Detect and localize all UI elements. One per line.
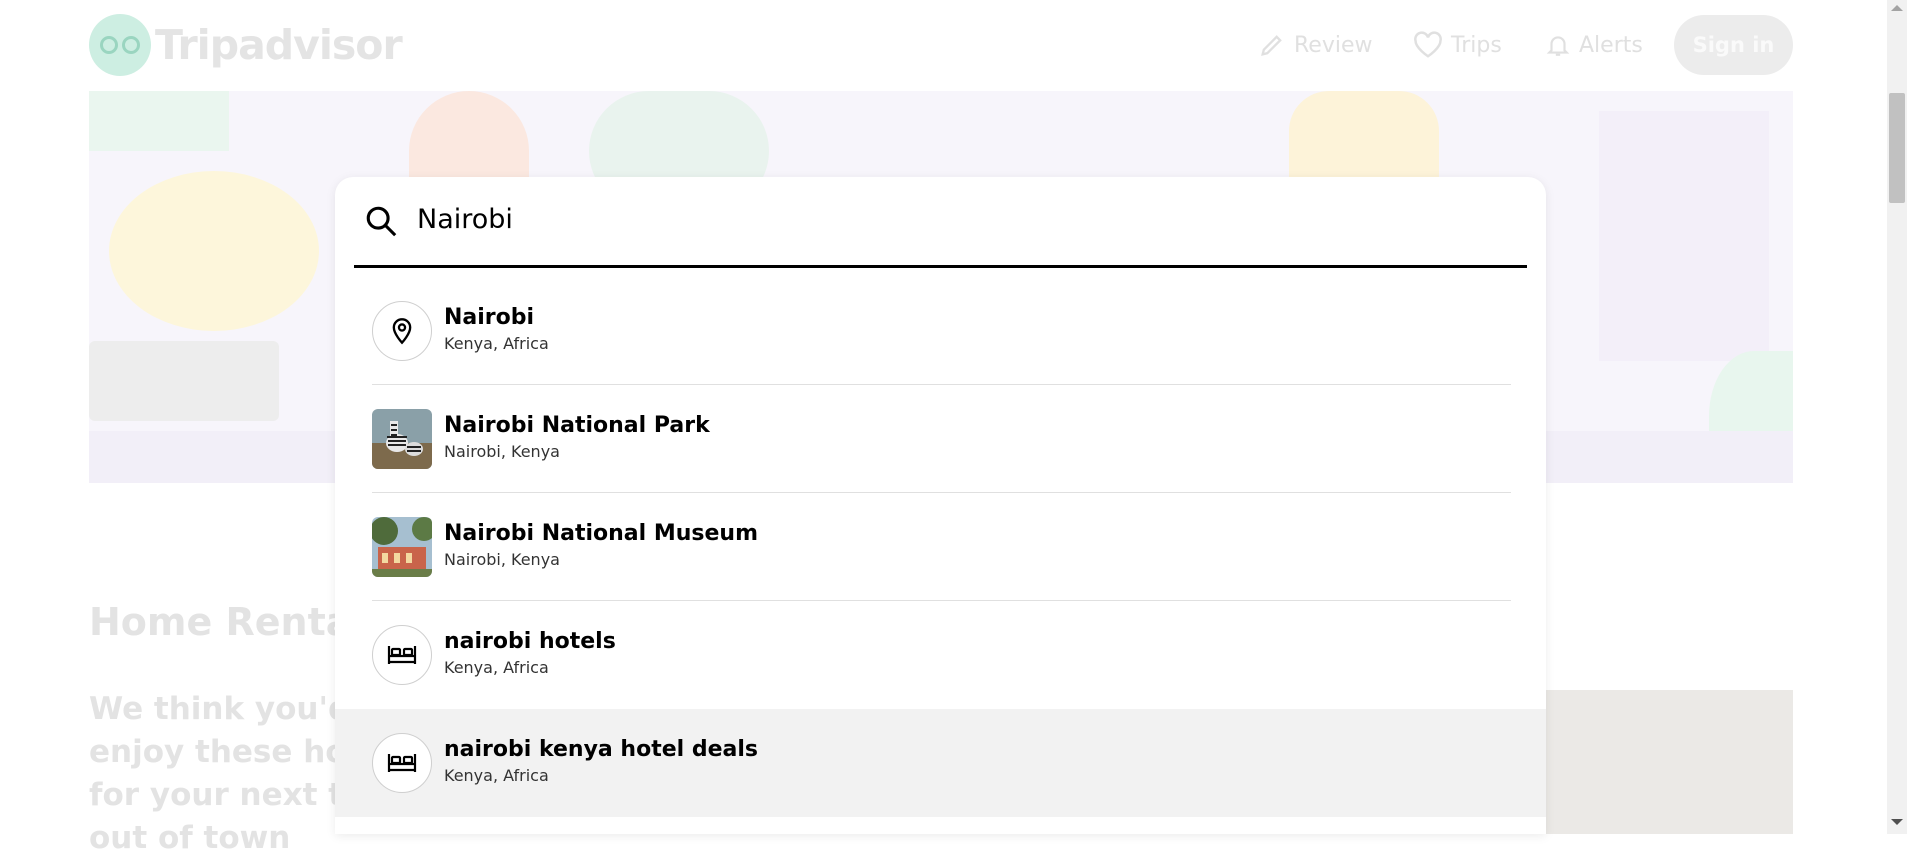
map-pin-icon (372, 301, 432, 361)
nav-alerts[interactable]: Alerts (1545, 15, 1643, 75)
search-dropdown: Nairobi Kenya, Africa Nairobi National P… (335, 177, 1546, 834)
result-title: nairobi hotels (444, 629, 616, 654)
scroll-down-arrow-icon[interactable] (1891, 819, 1903, 825)
search-result-nairobi-national-museum[interactable]: Nairobi National Museum Nairobi, Kenya (335, 493, 1546, 601)
nav-review[interactable]: Review (1258, 15, 1373, 75)
logo-text: Tripadvisor (155, 21, 403, 69)
bed-icon (372, 733, 432, 793)
owl-logo-icon (89, 14, 151, 76)
search-result-nairobi-kenya-hotel-deals[interactable]: nairobi kenya hotel deals Kenya, Africa (335, 709, 1546, 817)
result-subtitle: Nairobi, Kenya (444, 442, 560, 461)
search-results: Nairobi Kenya, Africa Nairobi National P… (335, 277, 1546, 817)
result-title: nairobi kenya hotel deals (444, 737, 758, 762)
rental-image[interactable] (1546, 690, 1793, 834)
result-title: Nairobi National Museum (444, 521, 759, 546)
search-bar (354, 177, 1527, 268)
nav-trips-label: Trips (1451, 32, 1502, 58)
nav-review-label: Review (1294, 32, 1373, 58)
sign-in-button[interactable]: Sign in (1674, 15, 1793, 75)
search-result-nairobi[interactable]: Nairobi Kenya, Africa (335, 277, 1546, 385)
pencil-icon (1261, 35, 1282, 56)
nav-trips[interactable]: Trips (1413, 15, 1502, 75)
nav-alerts-label: Alerts (1579, 32, 1643, 58)
result-subtitle: Kenya, Africa (444, 334, 549, 353)
search-icon (366, 206, 397, 237)
search-result-nairobi-national-park[interactable]: Nairobi National Park Nairobi, Kenya (335, 385, 1546, 493)
search-input[interactable] (417, 193, 1497, 245)
result-title: Nairobi (444, 305, 535, 330)
scroll-up-arrow-icon[interactable] (1891, 5, 1903, 11)
tripadvisor-logo[interactable]: Tripadvisor (89, 14, 403, 76)
result-subtitle: Nairobi, Kenya (444, 550, 560, 569)
zebra-photo (372, 409, 432, 469)
museum-photo (372, 517, 432, 577)
header: Tripadvisor Review Trips Alerts Sign in (0, 0, 1887, 91)
result-subtitle: Kenya, Africa (444, 766, 549, 785)
heart-icon (1414, 31, 1442, 58)
search-result-nairobi-hotels[interactable]: nairobi hotels Kenya, Africa (335, 601, 1546, 709)
bed-icon (372, 625, 432, 685)
scrollbar-thumb[interactable] (1889, 93, 1905, 203)
bell-icon (1546, 36, 1570, 56)
result-subtitle: Kenya, Africa (444, 658, 549, 677)
result-title: Nairobi National Park (444, 413, 710, 438)
